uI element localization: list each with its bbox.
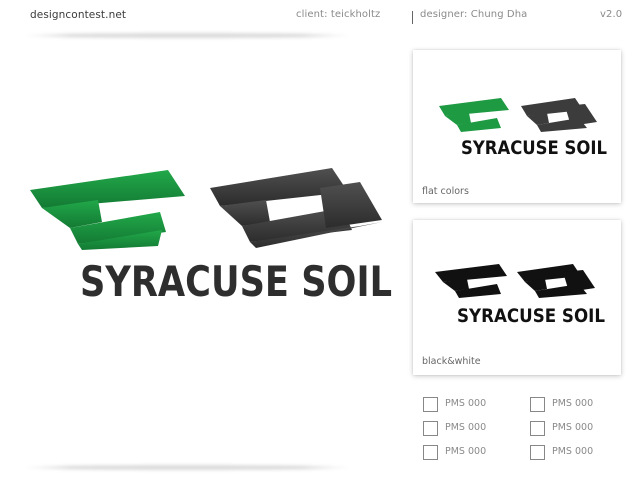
flat-wordmark: SYRACUSE SOIL	[461, 137, 607, 159]
main-wordmark: SYRACUSE SOIL	[80, 257, 392, 305]
version-label: v2.0	[600, 9, 623, 20]
header-shadow	[22, 33, 352, 38]
pms-swatch-box	[423, 445, 438, 460]
header-divider	[412, 11, 413, 24]
footer-shadow	[22, 465, 352, 470]
pms-swatch-label: PMS 000	[445, 422, 487, 433]
pms-swatch-label: PMS 000	[445, 398, 487, 409]
variant-label-flat: flat colors	[422, 186, 469, 197]
main-logo: SYRACUSE SOIL	[30, 168, 392, 305]
variant-label-bw: black&white	[422, 356, 481, 367]
dark-s-mark-flat	[521, 98, 597, 132]
pms-swatch-label: PMS 000	[552, 422, 594, 433]
pms-swatch-box	[530, 445, 545, 460]
green-s-mark	[30, 170, 185, 250]
variant-card-bw: SYRACUSE SOIL black&white	[413, 220, 621, 375]
flat-logo: SYRACUSE SOIL	[439, 98, 607, 159]
variant-card-flat: SYRACUSE SOIL flat colors	[413, 50, 621, 203]
pms-swatch-box	[530, 421, 545, 436]
black-s-mark-left	[435, 264, 507, 298]
client-label: client: teickholtz	[296, 9, 381, 20]
pms-swatch-box	[423, 421, 438, 436]
pms-swatch-box	[530, 397, 545, 412]
green-s-mark-flat	[439, 98, 509, 132]
designer-label: designer: Chung Dha	[420, 9, 528, 20]
bw-logo: SYRACUSE SOIL	[435, 264, 605, 327]
site-brand: designcontest.net	[30, 9, 127, 21]
pms-swatch-label: PMS 000	[552, 446, 594, 457]
presentation-page: designcontest.net client: teickholtz des…	[0, 0, 640, 480]
pms-swatch-label: PMS 000	[552, 398, 594, 409]
black-s-mark-right	[517, 264, 595, 298]
pms-swatch-box	[423, 397, 438, 412]
pms-swatch-label: PMS 000	[445, 446, 487, 457]
bw-wordmark: SYRACUSE SOIL	[457, 305, 605, 327]
dark-s-mark	[210, 168, 382, 248]
